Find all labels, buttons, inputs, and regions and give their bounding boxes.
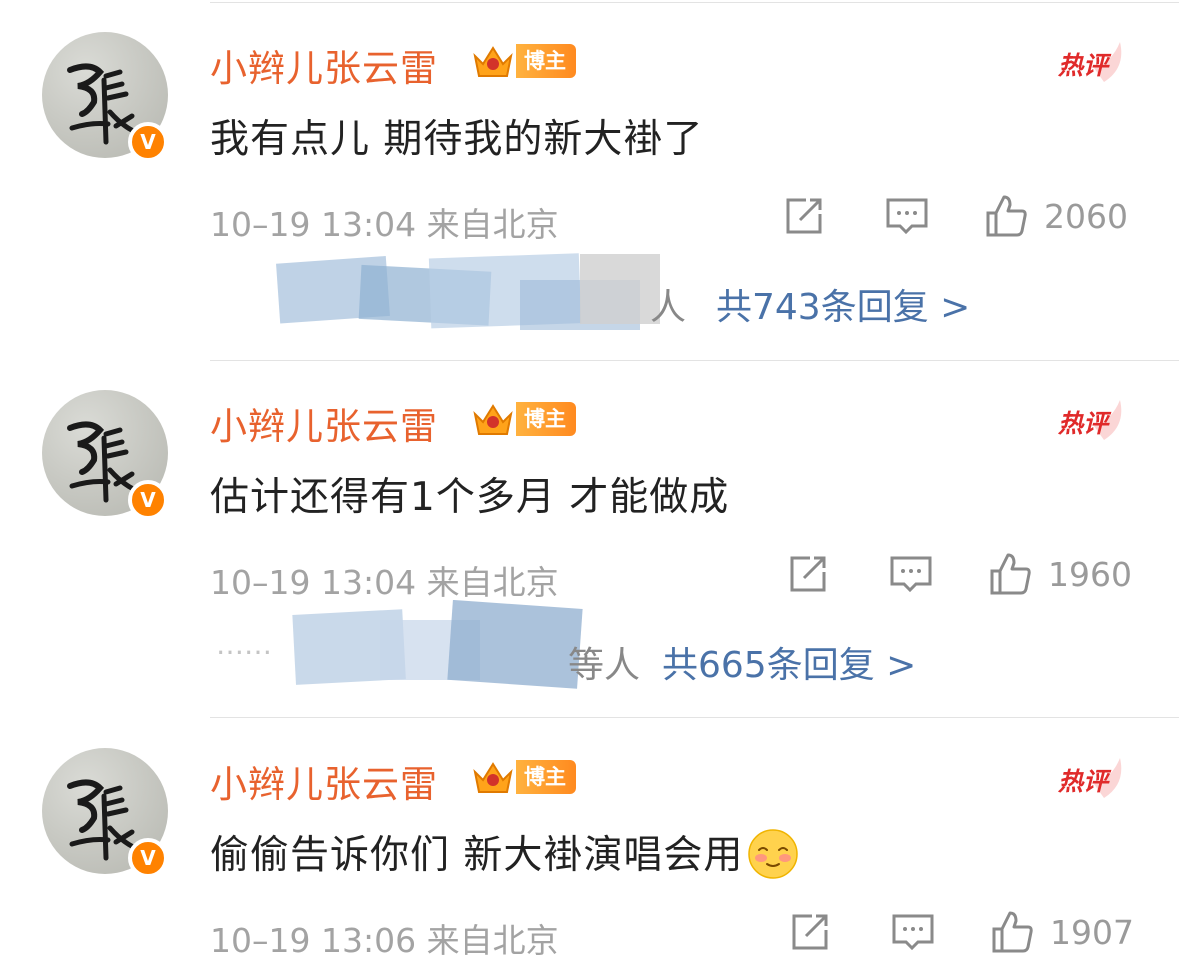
username[interactable]: 小辫儿张云雷 (210, 754, 438, 808)
like-button[interactable]: 1960 (988, 552, 1132, 596)
blogger-badge: 博主 (516, 402, 576, 436)
hot-comment-badge: 热评 (1054, 754, 1134, 804)
comment-text-content: 偷偷告诉你们 新大褂演唱会用 (210, 833, 744, 878)
username[interactable]: 小辫儿张云雷 (210, 396, 438, 450)
like-button[interactable]: 2060 (984, 194, 1128, 238)
comment-text: 估计还得有1个多月 才能做成 (210, 475, 730, 520)
comment-icon (892, 914, 934, 951)
crown-icon (473, 46, 513, 77)
comment-item: V 小辫儿张云雷 博主 热评 估计还得有1个多月 才能做成 10–19 13:0… (0, 358, 1179, 716)
reply-ellipsis: …… (216, 628, 272, 661)
comment-button[interactable] (884, 194, 930, 238)
comment-text: 偷偷告诉你们 新大褂演唱会用 (210, 824, 799, 884)
timestamp-location: 10–19 13:06 来自北京 (210, 921, 559, 960)
redaction-scribble (292, 600, 583, 689)
comment-item: V 小辫儿张云雷 博主 热评 我有点儿 期待我的新大褂了 10–19 13:04… (0, 0, 1179, 358)
view-replies-link[interactable]: 共743条回复 > (716, 278, 970, 330)
blogger-badge: 博主 (516, 760, 576, 794)
repost-button[interactable] (782, 194, 826, 238)
blogger-badge: 博主 (516, 44, 576, 78)
repost-button[interactable] (786, 552, 830, 596)
verified-v-icon: V (128, 838, 168, 878)
hot-comment-badge: 热评 (1054, 396, 1134, 446)
redaction-scribble (276, 253, 660, 330)
repost-icon (792, 914, 828, 950)
crown-icon (473, 762, 513, 793)
username[interactable]: 小辫儿张云雷 (210, 38, 438, 92)
verified-v-icon: V (128, 480, 168, 520)
reply-users: 等人 (568, 645, 641, 686)
view-replies-link[interactable]: 共665条回复 > (662, 636, 916, 688)
comment-button[interactable] (888, 552, 934, 596)
verified-v-icon: V (128, 122, 168, 162)
thumbs-up-icon (990, 553, 1031, 595)
comment-item: V 小辫儿张云雷 博主 热评 偷偷告诉你们 新大褂演唱会用 10–19 13:0… (0, 716, 1179, 970)
replies-row[interactable]: …… 等人 共665条回复 > (210, 600, 970, 690)
repost-icon (786, 198, 822, 234)
like-button[interactable]: 1907 (990, 910, 1134, 954)
replies-row[interactable]: 人 共743条回复 > (210, 253, 1010, 332)
comment-icon (886, 198, 928, 235)
comment-text: 我有点儿 期待我的新大褂了 (210, 117, 704, 162)
thumbs-up-icon (992, 911, 1033, 953)
repost-icon (790, 556, 826, 592)
comment-button[interactable] (890, 910, 936, 954)
comment-icon (890, 556, 932, 593)
hot-comment-badge: 热评 (1054, 38, 1134, 88)
thumbs-up-icon (986, 195, 1027, 237)
like-count: 1907 (1050, 912, 1134, 952)
timestamp-location: 10–19 13:04 来自北京 (210, 563, 559, 602)
timestamp-location: 10–19 13:04 来自北京 (210, 205, 559, 244)
reply-users: 人 (650, 287, 687, 328)
shy-smile-emoji (748, 828, 799, 879)
crown-icon (473, 404, 513, 435)
like-count: 2060 (1044, 196, 1128, 236)
like-count: 1960 (1048, 554, 1132, 594)
repost-button[interactable] (788, 910, 832, 954)
